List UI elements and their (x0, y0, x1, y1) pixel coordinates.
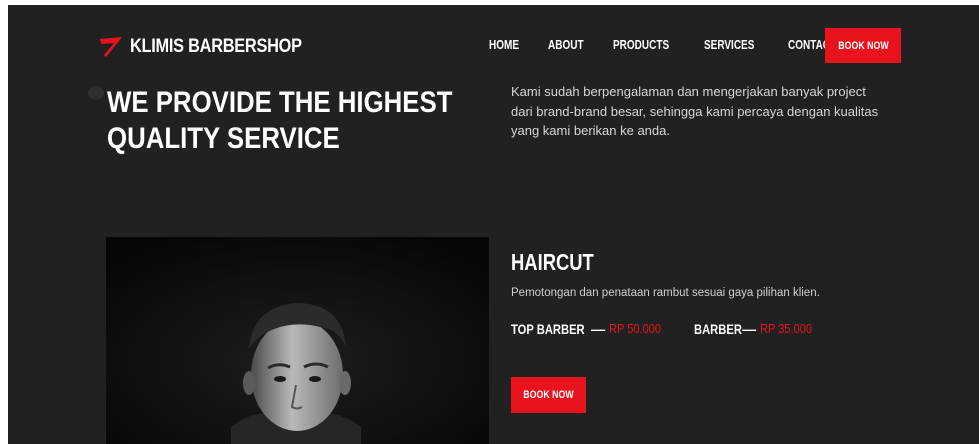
nav-services[interactable]: SERVICES (704, 38, 754, 52)
razor-logo-icon (100, 37, 122, 57)
page-frame: KLIMIS BARBERSHOP HOME ABOUT PRODUCTS SE… (8, 5, 979, 444)
service-description: Pemotongan dan penataan rambut sesuai ga… (511, 287, 820, 299)
price-separator: — (591, 321, 606, 337)
nav-products[interactable]: PRODUCTS (613, 38, 669, 52)
brand-name: KLIMIS BARBERSHOP (130, 36, 302, 57)
price-value: RP 50.000 (609, 321, 662, 336)
price-separator: — (742, 321, 757, 337)
price-item-barber: BARBER — RP 35.000 (694, 321, 821, 337)
hero-title: WE PROVIDE THE HIGHEST QUALITY SERVICE (107, 86, 453, 155)
service-book-now-label: BOOK NOW (523, 389, 574, 401)
price-label: BARBER (694, 321, 743, 337)
price-list: TOP BARBER — RP 50.000 BARBER — RP 35.00… (511, 321, 845, 337)
service-title: HAIRCUT (511, 249, 594, 275)
decorative-shape (88, 86, 104, 100)
book-now-label: BOOK NOW (837, 39, 889, 52)
price-item-top-barber: TOP BARBER — RP 50.000 (511, 321, 670, 337)
book-now-button[interactable]: BOOK NOW (825, 28, 901, 63)
barber-portrait-photo (106, 237, 489, 444)
service-book-now-button[interactable]: BOOK NOW (511, 377, 586, 413)
main-nav: HOME ABOUT PRODUCTS SERVICES CONTACTS (489, 38, 878, 52)
hero-intro: Kami sudah berpengalaman dan mengerjakan… (511, 84, 879, 138)
nav-about[interactable]: ABOUT (548, 38, 584, 52)
brand-logo[interactable]: KLIMIS BARBERSHOP (98, 35, 330, 59)
portrait-illustration (106, 237, 489, 444)
price-label: TOP BARBER (511, 321, 585, 337)
price-value: RP 35.000 (760, 321, 813, 336)
nav-home[interactable]: HOME (489, 38, 519, 52)
